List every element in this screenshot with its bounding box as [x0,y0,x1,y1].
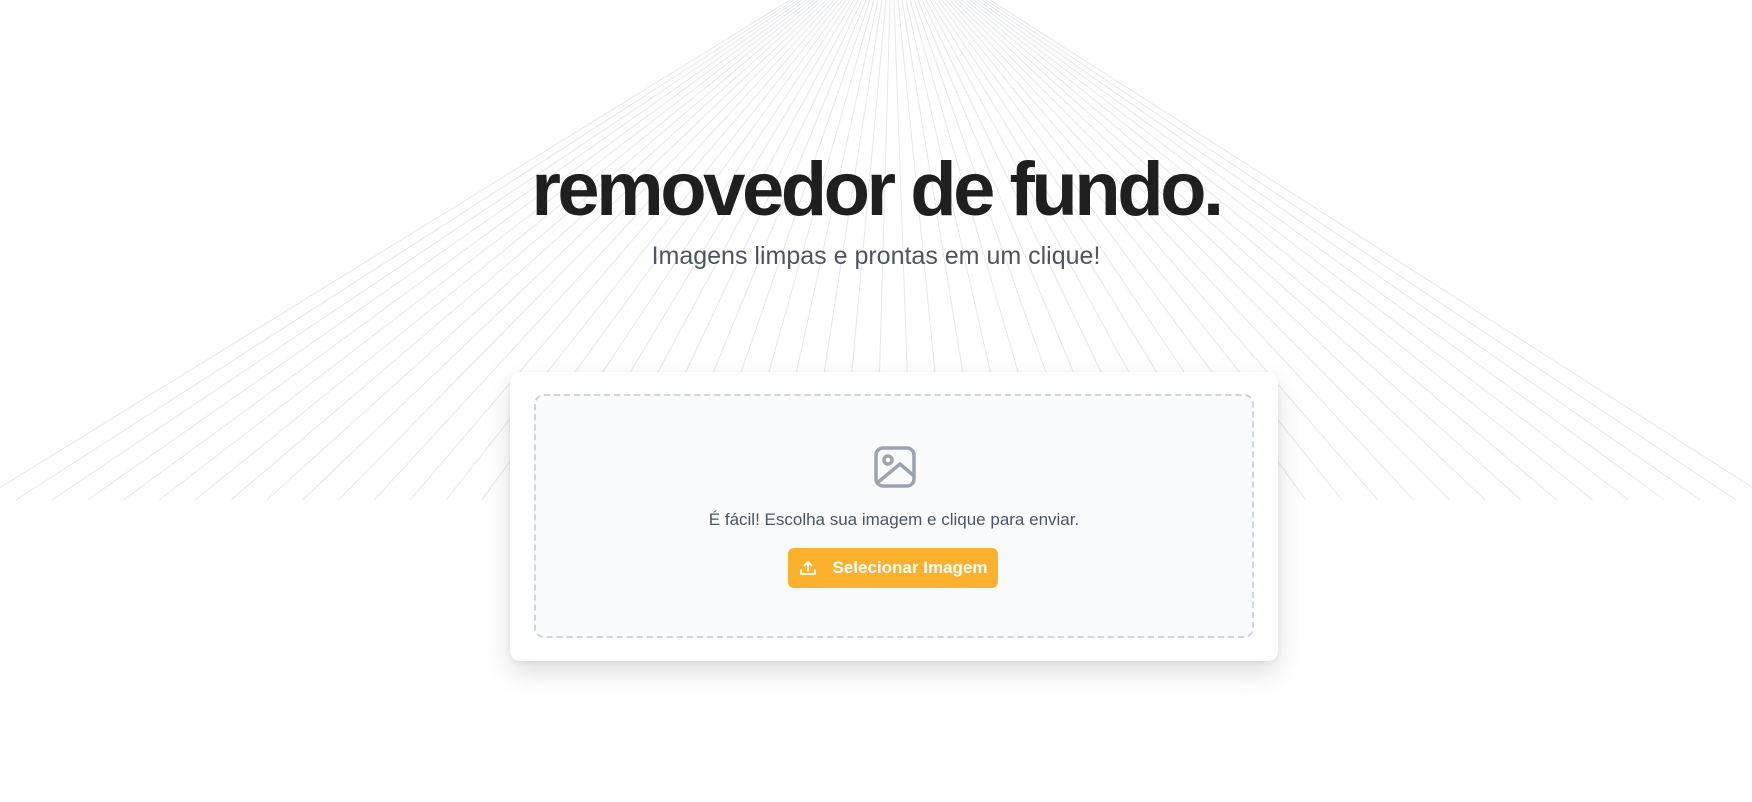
page-title: removedor de fundo. [531,147,1224,232]
upload-card: É fácil! Escolha sua imagem e clique par… [510,372,1278,661]
page-subtitle: Imagens limpas e prontas em um clique! [651,242,1101,270]
upload-dropzone[interactable]: É fácil! Escolha sua imagem e clique par… [534,394,1254,638]
select-image-button[interactable]: Selecionar Imagem [788,548,998,588]
image-icon [874,446,916,488]
upload-icon [799,561,816,575]
page: removedor de fundo. Imagens limpas e pro… [0,0,1752,802]
select-image-label: Selecionar Imagem [832,558,988,577]
upload-hint: É fácil! Escolha sua imagem e clique par… [708,510,1080,529]
